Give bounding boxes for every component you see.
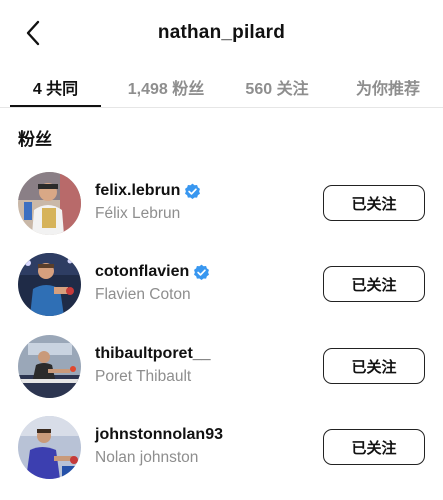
username[interactable]: felix.lebrun [95, 182, 180, 200]
avatar[interactable] [18, 416, 81, 479]
full-name: Poret Thibault [95, 368, 192, 385]
following-button[interactable]: 已关注 [323, 266, 425, 302]
verified-badge-icon [185, 183, 201, 199]
list-item[interactable]: thibaultporet__ Poret Thibault 已关注 [0, 333, 443, 403]
list-item[interactable]: cotonflavien Flavien Coton 已关注 [0, 251, 443, 321]
tab-following[interactable]: 560 关注 [232, 66, 322, 108]
active-tab-indicator [10, 105, 101, 107]
tab-mutual[interactable]: 4 共同 [10, 66, 101, 108]
section-title: 粉丝 [18, 130, 52, 149]
tab-bar: 4 共同 1,498 粉丝 560 关注 为你推荐 [0, 66, 443, 108]
top-bar: nathan_pilard [0, 0, 443, 66]
full-name: Flavien Coton [95, 286, 191, 303]
username[interactable]: cotonflavien [95, 263, 189, 281]
list-item[interactable]: johnstonnolan93 Nolan johnston 已关注 [0, 414, 443, 484]
avatar[interactable] [18, 172, 81, 235]
username[interactable]: johnstonnolan93 [95, 426, 223, 444]
avatar[interactable] [18, 253, 81, 316]
username[interactable]: thibaultporet__ [95, 345, 211, 363]
page-title: nathan_pilard [157, 22, 286, 43]
list-item[interactable]: felix.lebrun Félix Lebrun 已关注 [0, 170, 443, 240]
avatar[interactable] [18, 335, 81, 398]
full-name: Nolan johnston [95, 449, 199, 466]
following-button[interactable]: 已关注 [323, 348, 425, 384]
tab-suggested[interactable]: 为你推荐 [336, 66, 440, 108]
tab-followers[interactable]: 1,498 粉丝 [112, 66, 220, 108]
full-name: Félix Lebrun [95, 205, 181, 222]
verified-badge-icon [194, 264, 210, 280]
following-button[interactable]: 已关注 [323, 429, 425, 465]
following-button[interactable]: 已关注 [323, 185, 425, 221]
